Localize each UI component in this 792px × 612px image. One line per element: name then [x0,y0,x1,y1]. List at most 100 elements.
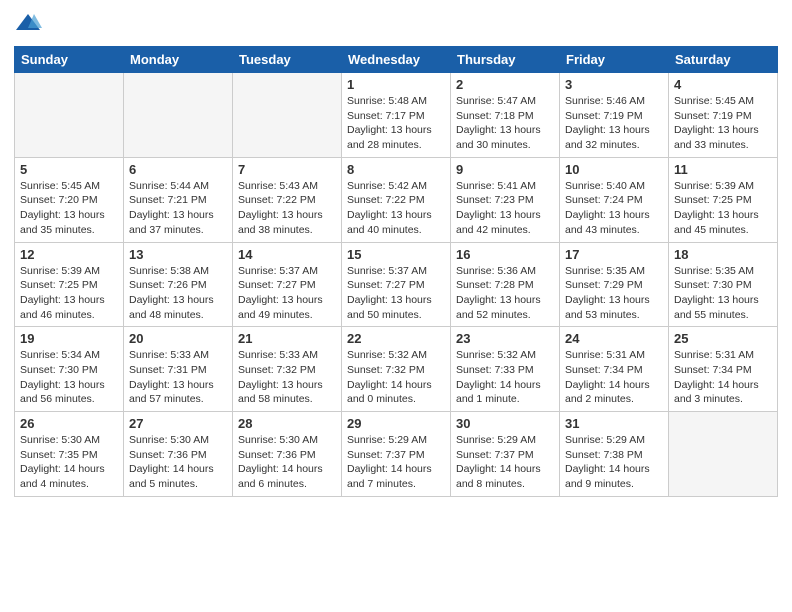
daylight: Daylight: 13 hours and 53 minutes. [565,294,650,321]
calendar-table: SundayMondayTuesdayWednesdayThursdayFrid… [14,46,778,497]
sunset: Sunset: 7:36 PM [129,449,207,461]
day-header: Saturday [669,47,778,73]
day-number: 2 [456,77,554,92]
calendar-day-cell: 1 Sunrise: 5:48 AM Sunset: 7:17 PM Dayli… [342,73,451,158]
day-info: Sunrise: 5:32 AM Sunset: 7:32 PM Dayligh… [347,348,445,407]
day-header: Monday [124,47,233,73]
calendar-day-cell: 12 Sunrise: 5:39 AM Sunset: 7:25 PM Dayl… [15,242,124,327]
sunset: Sunset: 7:31 PM [129,364,207,376]
calendar-day-cell: 9 Sunrise: 5:41 AM Sunset: 7:23 PM Dayli… [451,157,560,242]
day-number: 15 [347,247,445,262]
calendar-day-cell: 2 Sunrise: 5:47 AM Sunset: 7:18 PM Dayli… [451,73,560,158]
day-info: Sunrise: 5:38 AM Sunset: 7:26 PM Dayligh… [129,264,227,323]
calendar-header-row: SundayMondayTuesdayWednesdayThursdayFrid… [15,47,778,73]
day-info: Sunrise: 5:44 AM Sunset: 7:21 PM Dayligh… [129,179,227,238]
day-number: 7 [238,162,336,177]
sunrise: Sunrise: 5:29 AM [456,434,536,446]
daylight: Daylight: 14 hours and 2 minutes. [565,379,650,406]
day-number: 22 [347,331,445,346]
day-info: Sunrise: 5:30 AM Sunset: 7:36 PM Dayligh… [129,433,227,492]
day-number: 8 [347,162,445,177]
day-info: Sunrise: 5:30 AM Sunset: 7:35 PM Dayligh… [20,433,118,492]
daylight: Daylight: 14 hours and 6 minutes. [238,463,323,490]
day-number: 1 [347,77,445,92]
day-number: 24 [565,331,663,346]
calendar-day-cell: 29 Sunrise: 5:29 AM Sunset: 7:37 PM Dayl… [342,412,451,497]
sunrise: Sunrise: 5:33 AM [129,349,209,361]
sunrise: Sunrise: 5:45 AM [674,95,754,107]
daylight: Daylight: 14 hours and 1 minute. [456,379,541,406]
sunset: Sunset: 7:24 PM [565,194,643,206]
calendar-day-cell: 22 Sunrise: 5:32 AM Sunset: 7:32 PM Dayl… [342,327,451,412]
day-info: Sunrise: 5:39 AM Sunset: 7:25 PM Dayligh… [674,179,772,238]
sunrise: Sunrise: 5:30 AM [20,434,100,446]
day-info: Sunrise: 5:36 AM Sunset: 7:28 PM Dayligh… [456,264,554,323]
sunset: Sunset: 7:30 PM [674,279,752,291]
day-number: 31 [565,416,663,431]
day-info: Sunrise: 5:29 AM Sunset: 7:37 PM Dayligh… [347,433,445,492]
daylight: Daylight: 13 hours and 52 minutes. [456,294,541,321]
sunrise: Sunrise: 5:33 AM [238,349,318,361]
sunrise: Sunrise: 5:35 AM [674,265,754,277]
calendar-day-cell: 3 Sunrise: 5:46 AM Sunset: 7:19 PM Dayli… [560,73,669,158]
daylight: Daylight: 13 hours and 49 minutes. [238,294,323,321]
day-number: 13 [129,247,227,262]
sunset: Sunset: 7:35 PM [20,449,98,461]
calendar-day-cell: 4 Sunrise: 5:45 AM Sunset: 7:19 PM Dayli… [669,73,778,158]
calendar-day-cell: 7 Sunrise: 5:43 AM Sunset: 7:22 PM Dayli… [233,157,342,242]
calendar-day-cell: 31 Sunrise: 5:29 AM Sunset: 7:38 PM Dayl… [560,412,669,497]
calendar-day-cell: 21 Sunrise: 5:33 AM Sunset: 7:32 PM Dayl… [233,327,342,412]
sunrise: Sunrise: 5:34 AM [20,349,100,361]
daylight: Daylight: 14 hours and 8 minutes. [456,463,541,490]
sunset: Sunset: 7:20 PM [20,194,98,206]
calendar-week-row: 19 Sunrise: 5:34 AM Sunset: 7:30 PM Dayl… [15,327,778,412]
daylight: Daylight: 13 hours and 30 minutes. [456,124,541,151]
daylight: Daylight: 13 hours and 48 minutes. [129,294,214,321]
sunset: Sunset: 7:34 PM [565,364,643,376]
day-number: 14 [238,247,336,262]
sunset: Sunset: 7:18 PM [456,110,534,122]
daylight: Daylight: 13 hours and 40 minutes. [347,209,432,236]
day-header: Tuesday [233,47,342,73]
daylight: Daylight: 14 hours and 4 minutes. [20,463,105,490]
sunset: Sunset: 7:37 PM [347,449,425,461]
day-number: 28 [238,416,336,431]
sunrise: Sunrise: 5:29 AM [565,434,645,446]
calendar-day-cell: 8 Sunrise: 5:42 AM Sunset: 7:22 PM Dayli… [342,157,451,242]
sunrise: Sunrise: 5:31 AM [565,349,645,361]
day-header: Sunday [15,47,124,73]
daylight: Daylight: 13 hours and 58 minutes. [238,379,323,406]
day-number: 17 [565,247,663,262]
day-info: Sunrise: 5:29 AM Sunset: 7:37 PM Dayligh… [456,433,554,492]
sunset: Sunset: 7:30 PM [20,364,98,376]
sunset: Sunset: 7:27 PM [238,279,316,291]
day-info: Sunrise: 5:43 AM Sunset: 7:22 PM Dayligh… [238,179,336,238]
calendar-day-cell: 18 Sunrise: 5:35 AM Sunset: 7:30 PM Dayl… [669,242,778,327]
daylight: Daylight: 13 hours and 43 minutes. [565,209,650,236]
day-info: Sunrise: 5:32 AM Sunset: 7:33 PM Dayligh… [456,348,554,407]
day-number: 16 [456,247,554,262]
day-info: Sunrise: 5:40 AM Sunset: 7:24 PM Dayligh… [565,179,663,238]
day-info: Sunrise: 5:37 AM Sunset: 7:27 PM Dayligh… [347,264,445,323]
daylight: Daylight: 14 hours and 0 minutes. [347,379,432,406]
sunset: Sunset: 7:38 PM [565,449,643,461]
calendar-day-cell: 20 Sunrise: 5:33 AM Sunset: 7:31 PM Dayl… [124,327,233,412]
day-info: Sunrise: 5:42 AM Sunset: 7:22 PM Dayligh… [347,179,445,238]
daylight: Daylight: 14 hours and 5 minutes. [129,463,214,490]
day-info: Sunrise: 5:34 AM Sunset: 7:30 PM Dayligh… [20,348,118,407]
daylight: Daylight: 13 hours and 56 minutes. [20,379,105,406]
calendar-day-cell: 15 Sunrise: 5:37 AM Sunset: 7:27 PM Dayl… [342,242,451,327]
daylight: Daylight: 14 hours and 9 minutes. [565,463,650,490]
sunset: Sunset: 7:26 PM [129,279,207,291]
sunset: Sunset: 7:32 PM [347,364,425,376]
day-info: Sunrise: 5:48 AM Sunset: 7:17 PM Dayligh… [347,94,445,153]
calendar-week-row: 1 Sunrise: 5:48 AM Sunset: 7:17 PM Dayli… [15,73,778,158]
sunrise: Sunrise: 5:37 AM [347,265,427,277]
sunset: Sunset: 7:25 PM [674,194,752,206]
day-number: 4 [674,77,772,92]
daylight: Daylight: 13 hours and 28 minutes. [347,124,432,151]
calendar-day-cell: 14 Sunrise: 5:37 AM Sunset: 7:27 PM Dayl… [233,242,342,327]
day-info: Sunrise: 5:41 AM Sunset: 7:23 PM Dayligh… [456,179,554,238]
calendar-day-cell: 23 Sunrise: 5:32 AM Sunset: 7:33 PM Dayl… [451,327,560,412]
calendar-week-row: 26 Sunrise: 5:30 AM Sunset: 7:35 PM Dayl… [15,412,778,497]
